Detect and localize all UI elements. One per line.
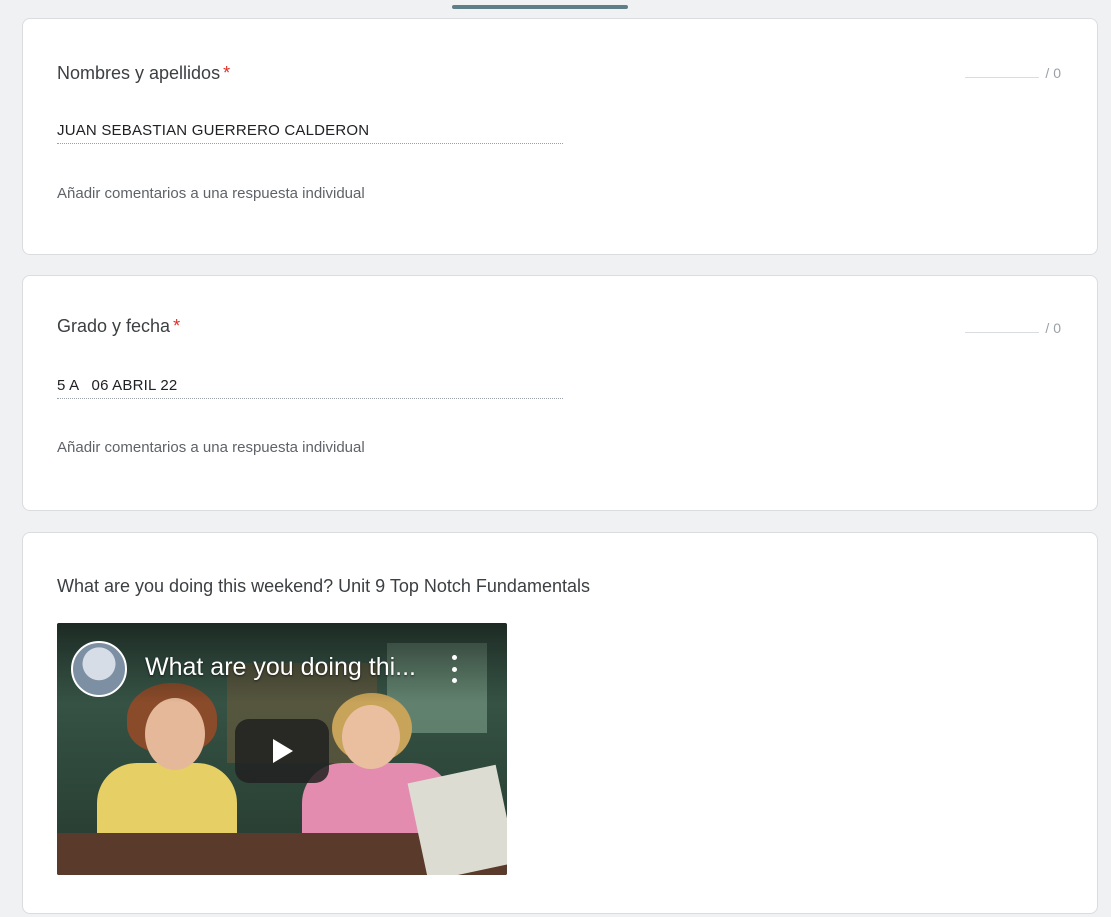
top-strip — [0, 0, 1111, 12]
question-title: Nombres y apellidos * — [57, 63, 230, 84]
question-title-text: Nombres y apellidos — [57, 63, 221, 83]
active-tab-indicator — [452, 5, 628, 9]
more-vert-icon[interactable] — [451, 655, 457, 683]
youtube-video-embed[interactable]: What are you doing thi... — [57, 623, 507, 875]
question-card-grade: Grado y fecha * / 0 5 A 06 ABRIL 22 Añadi… — [22, 275, 1098, 511]
add-feedback-link[interactable]: Añadir comentarios a una respuesta indiv… — [57, 439, 365, 456]
answer-text: 5 A 06 ABRIL 22 — [57, 377, 563, 399]
video-section-title: What are you doing this weekend? Unit 9 … — [57, 576, 590, 596]
points-field[interactable]: / 0 — [965, 320, 1061, 336]
video-scene-person — [145, 698, 205, 770]
required-mark: * — [223, 63, 231, 83]
points-total: / 0 — [1045, 320, 1061, 336]
points-input-line[interactable] — [965, 77, 1040, 78]
video-title[interactable]: What are you doing thi... — [145, 653, 416, 682]
points-input-line[interactable] — [965, 332, 1040, 333]
points-total: / 0 — [1045, 65, 1061, 81]
question-title-text: Grado y fecha — [57, 316, 171, 336]
play-button[interactable] — [235, 719, 329, 783]
video-scene-person — [342, 705, 400, 769]
video-section-card: What are you doing this weekend? Unit 9 … — [22, 532, 1098, 914]
required-mark: * — [173, 316, 181, 336]
add-feedback-link[interactable]: Añadir comentarios a una respuesta indiv… — [57, 185, 365, 202]
channel-avatar[interactable] — [71, 641, 127, 697]
play-icon — [273, 739, 293, 763]
question-card-name: Nombres y apellidos * / 0 JUAN SEBASTIAN … — [22, 18, 1098, 255]
answer-text: JUAN SEBASTIAN GUERRERO CALDERON — [57, 122, 563, 144]
question-title: Grado y fecha * — [57, 316, 180, 337]
points-field[interactable]: / 0 — [965, 65, 1061, 81]
